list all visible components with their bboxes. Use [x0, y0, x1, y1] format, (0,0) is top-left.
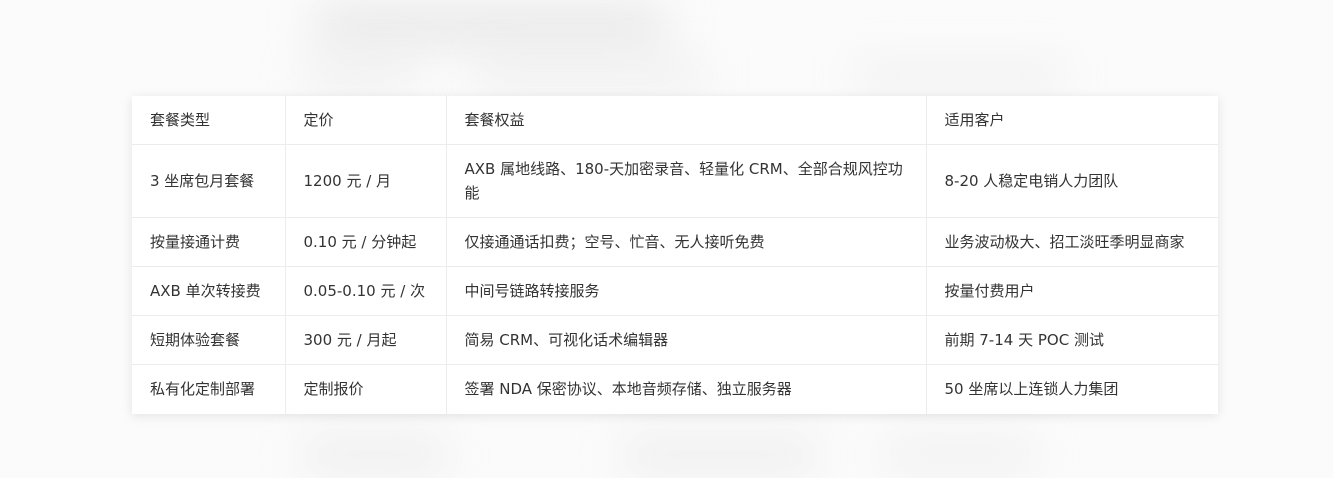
background-blur-shape [470, 60, 710, 90]
cell-benefits: 仅接通通话扣费；空号、忙音、无人接听免费 [446, 217, 927, 267]
background-blur-shape [620, 440, 820, 470]
cell-target-customers: 业务波动极大、招工淡旺季明显商家 [926, 217, 1218, 267]
table-row: 短期体验套餐 300 元 / 月起 简易 CRM、可视化话术编辑器 前期 7-1… [132, 315, 1218, 365]
cell-target-customers: 50 坐席以上连锁人力集团 [944, 380, 1119, 399]
cell-price: 定制报价 [285, 364, 447, 414]
table-row: AXB 单次转接费 0.05-0.10 元 / 次 中间号链路转接服务 按量付费… [132, 266, 1218, 316]
header-cell-price: 定价 [285, 96, 447, 145]
cell-plan-type: AXB 单次转接费 [132, 266, 286, 316]
cell-benefits: AXB 属地线路、180-天加密录音、轻量化 CRM、全部合规风控功能 [446, 144, 927, 218]
header-cell-benefits: 套餐权益 [446, 96, 927, 145]
pricing-table: 套餐类型 定价 套餐权益 适用客户 3 坐席包月套餐 1200 元 / 月 AX… [132, 96, 1218, 414]
cell-price: 0.05-0.10 元 / 次 [285, 266, 447, 316]
cell-benefits: 简易 CRM、可视化话术编辑器 [446, 315, 927, 365]
cell-price: 1200 元 / 月 [285, 144, 447, 218]
cell-benefits: 中间号链路转接服务 [446, 266, 927, 316]
table-header-row: 套餐类型 定价 套餐权益 适用客户 [132, 96, 1218, 145]
cell-plan-type: 按量接通计费 [132, 217, 286, 267]
cell-target-customers: 前期 7-14 天 POC 测试 [926, 315, 1218, 365]
cell-price: 300 元 / 月起 [285, 315, 447, 365]
cell-target-customers: 按量付费用户 [926, 266, 1218, 316]
cell-price: 0.10 元 / 分钟起 [285, 217, 447, 267]
cell-benefits: 签署 NDA 保密协议、本地音频存储、独立服务器 [446, 364, 927, 414]
cell-plan-type: 短期体验套餐 [132, 315, 286, 365]
header-cell-plan-type: 套餐类型 [132, 96, 286, 145]
background-blur-shape [300, 60, 420, 90]
table-row: 私有化定制部署 定制报价 签署 NDA 保密协议、本地音频存储、独立服务器 50… [132, 364, 1218, 414]
background-blur-shape [880, 440, 1040, 470]
pricing-table-card: 套餐类型 定价 套餐权益 适用客户 3 坐席包月套餐 1200 元 / 月 AX… [132, 96, 1218, 414]
background-blur-shape [300, 440, 450, 470]
table-row: 3 坐席包月套餐 1200 元 / 月 AXB 属地线路、180-天加密录音、轻… [132, 144, 1218, 218]
cell-target-customers: 8-20 人稳定电销人力团队 [926, 144, 1218, 218]
background-blur-shape [310, 5, 670, 45]
header-cell-target-customers: 适用客户 [926, 96, 1218, 145]
cell-plan-type: 私有化定制部署 [132, 364, 286, 414]
table-row: 按量接通计费 0.10 元 / 分钟起 仅接通通话扣费；空号、忙音、无人接听免费… [132, 217, 1218, 267]
background-blur-shape [850, 60, 1070, 90]
cell-plan-type: 3 坐席包月套餐 [132, 144, 286, 218]
